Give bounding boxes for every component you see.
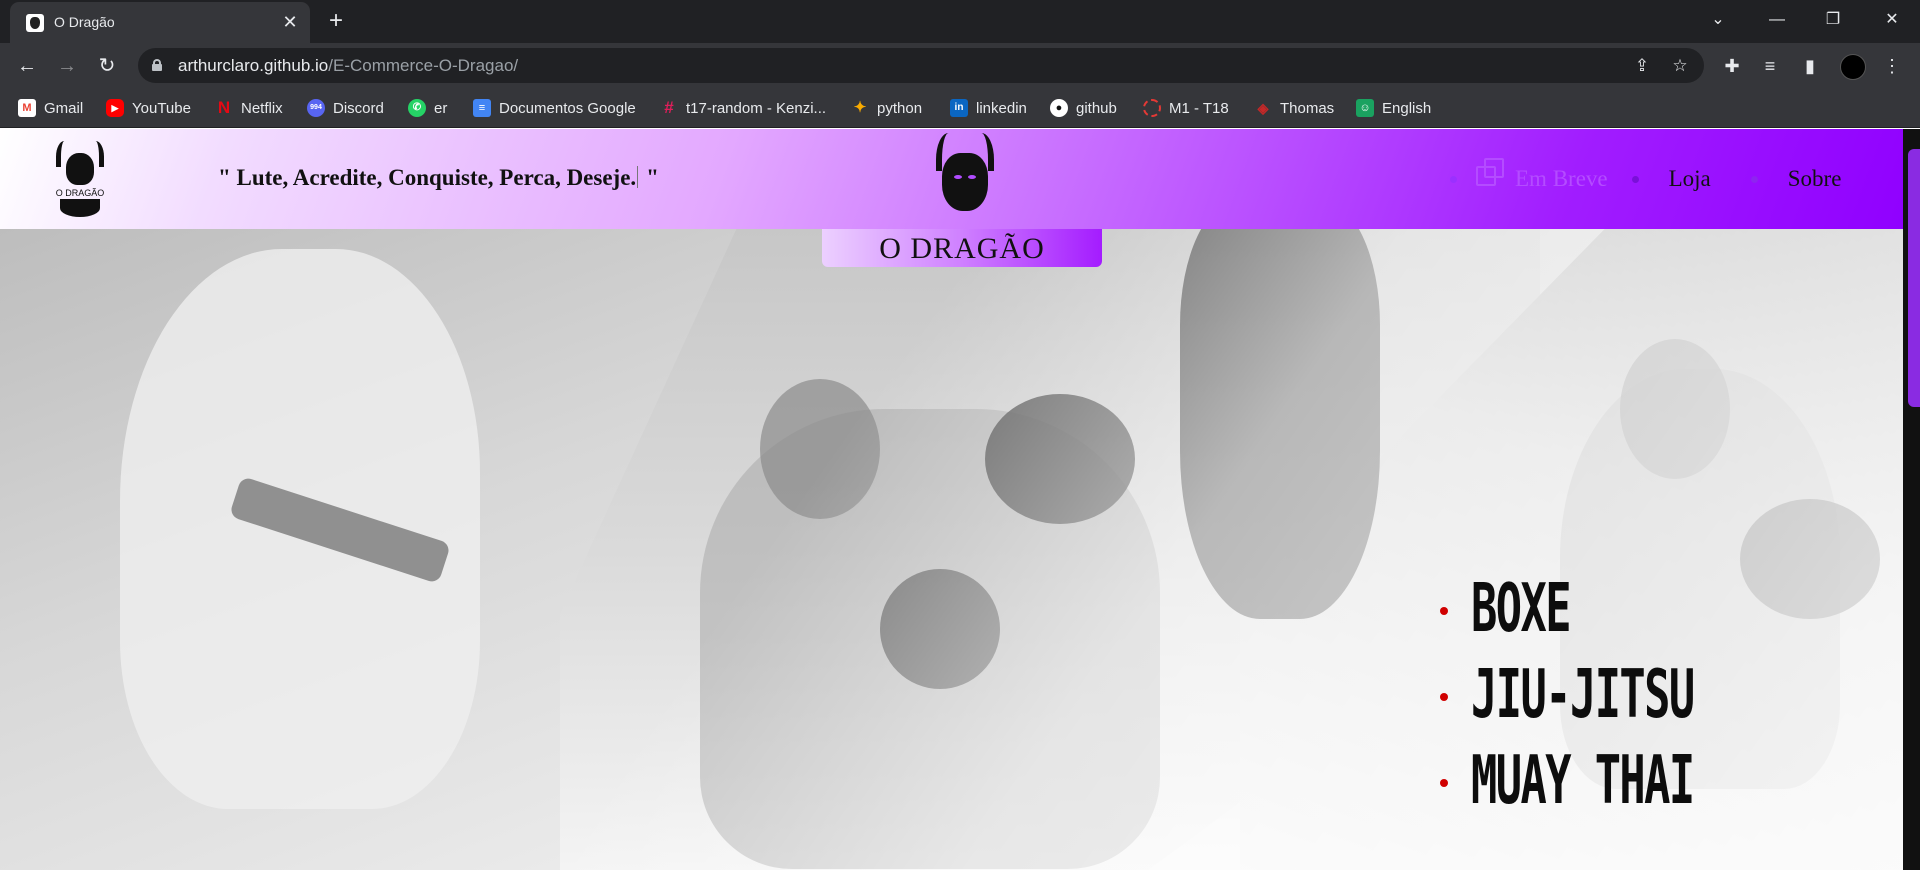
profile-avatar[interactable] bbox=[1840, 54, 1866, 80]
discipline-muay-thai: MUAY THAI bbox=[1471, 741, 1695, 820]
discipline-item: BOXE bbox=[1440, 569, 1756, 657]
new-tab-icon[interactable]: + bbox=[322, 8, 350, 36]
dragon-favicon-icon bbox=[26, 14, 44, 32]
dragon-emblem bbox=[932, 131, 998, 225]
bookmark-whatsapp[interactable]: ✆ er bbox=[408, 97, 447, 119]
bookmark-youtube[interactable]: ▶ YouTube bbox=[106, 97, 191, 119]
tab-search-icon[interactable]: ⌄ bbox=[1700, 6, 1736, 34]
back-icon[interactable]: ← bbox=[12, 51, 42, 81]
discipline-item: MUAY THAI bbox=[1440, 741, 1756, 829]
reload-icon[interactable]: ↻ bbox=[92, 51, 122, 81]
lock-icon[interactable] bbox=[152, 59, 162, 71]
menu-kebab-icon[interactable]: ⋮ bbox=[1878, 52, 1906, 80]
dragon-head-icon bbox=[66, 153, 94, 185]
nav-loja[interactable]: Loja bbox=[1669, 166, 1711, 192]
browser-tab[interactable]: O Dragão ✕ bbox=[10, 2, 310, 43]
address-bar[interactable]: arthurclaro.github.io/E-Commerce-O-Draga… bbox=[138, 48, 1704, 83]
thomas-icon: ◈ bbox=[1257, 100, 1269, 116]
colab-icon: ✦ bbox=[853, 99, 867, 116]
nav-em-breve[interactable]: Em Breve bbox=[1474, 158, 1608, 194]
bookmark-english[interactable]: ☺ English bbox=[1356, 97, 1431, 119]
gmail-icon: M bbox=[18, 99, 36, 117]
dragon-logo[interactable]: O DRAGÃO bbox=[52, 141, 108, 221]
nav-bullet bbox=[1750, 175, 1758, 183]
brand-title: O DRAGÃO bbox=[879, 232, 1045, 265]
bookmark-linkedin[interactable]: in linkedin bbox=[950, 97, 1027, 119]
share-icon[interactable]: ⇪ bbox=[1630, 54, 1654, 78]
kenzie-icon bbox=[1143, 99, 1161, 117]
youtube-icon: ▶ bbox=[106, 99, 124, 117]
disciplines-list: BOXE JIU-JITSU MUAY THAI bbox=[1440, 569, 1756, 829]
minimize-icon[interactable]: — bbox=[1759, 6, 1795, 34]
brand-title-tab: O DRAGÃO bbox=[822, 229, 1102, 267]
close-window-icon[interactable]: ✕ bbox=[1874, 6, 1910, 34]
page-viewport: BOXE JIU-JITSU MUAY THAI O DRAGÃO " Lute… bbox=[0, 129, 1920, 870]
classroom-icon: ☺ bbox=[1356, 99, 1374, 117]
dragon-head-icon bbox=[942, 153, 988, 211]
page-scrollbar[interactable] bbox=[1903, 129, 1920, 870]
bookmark-python[interactable]: ✦ python bbox=[851, 97, 922, 119]
netflix-icon: N bbox=[217, 98, 231, 117]
bookmarks-bar: M Gmail ▶ YouTube N Netflix 994 Discord … bbox=[0, 88, 1920, 128]
nav-em-breve-label: Em Breve bbox=[1515, 166, 1608, 191]
dragon-eye-icon bbox=[968, 175, 976, 179]
extensions-puzzle-icon[interactable]: ✚ bbox=[1718, 52, 1746, 80]
restore-icon[interactable]: ❐ bbox=[1815, 6, 1851, 34]
nav-sobre[interactable]: Sobre bbox=[1788, 166, 1842, 192]
whatsapp-icon: ✆ bbox=[408, 99, 426, 117]
hero-banner: BOXE JIU-JITSU MUAY THAI bbox=[0, 229, 1903, 870]
browser-tab-bar: O Dragão ✕ + ⌄ — ❐ ✕ bbox=[0, 0, 1920, 43]
bookmark-star-icon[interactable]: ☆ bbox=[1668, 54, 1692, 78]
browser-toolbar: ← → ↻ arthurclaro.github.io/E-Commerce-O… bbox=[0, 43, 1920, 88]
typing-caret bbox=[637, 166, 639, 188]
bookmark-github[interactable]: ● github bbox=[1050, 97, 1117, 119]
forward-icon[interactable]: → bbox=[52, 51, 82, 81]
slack-icon: # bbox=[664, 98, 674, 117]
copy-windows-icon bbox=[1474, 158, 1506, 188]
main-nav: Em Breve Loja Sobre bbox=[1450, 158, 1842, 199]
discipline-boxe: BOXE bbox=[1471, 569, 1572, 648]
bookmark-gmail[interactable]: M Gmail bbox=[18, 97, 83, 119]
nav-bullet bbox=[1631, 175, 1639, 183]
media-queue-icon[interactable]: ≡ bbox=[1756, 52, 1784, 80]
side-panel-icon[interactable]: ▮ bbox=[1796, 52, 1824, 80]
bookmark-slack[interactable]: # t17-random - Kenzi... bbox=[660, 97, 826, 119]
bookmark-discord[interactable]: 994 Discord bbox=[307, 97, 384, 119]
bookmark-m1-t18[interactable]: M1 - T18 bbox=[1143, 97, 1229, 119]
site-header: O DRAGÃO " Lute, Acredite, Conquiste, Pe… bbox=[0, 129, 1903, 229]
dragon-chin-icon bbox=[60, 199, 100, 217]
scrollbar-thumb[interactable] bbox=[1908, 149, 1920, 407]
nav-bullet bbox=[1450, 175, 1457, 183]
linkedin-icon: in bbox=[950, 99, 968, 117]
bookmark-google-docs[interactable]: ≡ Documentos Google bbox=[473, 97, 636, 119]
github-icon: ● bbox=[1050, 99, 1068, 117]
close-tab-icon[interactable]: ✕ bbox=[278, 10, 302, 34]
discipline-item: JIU-JITSU bbox=[1440, 655, 1756, 743]
motto-typewriter: " Lute, Acredite, Conquiste, Perca, Dese… bbox=[218, 165, 659, 190]
bookmark-thomas[interactable]: ◈ Thomas bbox=[1254, 97, 1335, 119]
bookmark-netflix[interactable]: N Netflix bbox=[215, 97, 283, 119]
discord-icon: 994 bbox=[307, 99, 325, 117]
discipline-jiu-jitsu: JIU-JITSU bbox=[1471, 655, 1695, 734]
tab-title: O Dragão bbox=[54, 14, 115, 30]
dragon-eye-icon bbox=[954, 175, 962, 179]
url-text[interactable]: arthurclaro.github.io/E-Commerce-O-Draga… bbox=[178, 56, 518, 76]
google-docs-icon: ≡ bbox=[473, 99, 491, 117]
logo-wordmark: O DRAGÃO bbox=[55, 188, 105, 198]
